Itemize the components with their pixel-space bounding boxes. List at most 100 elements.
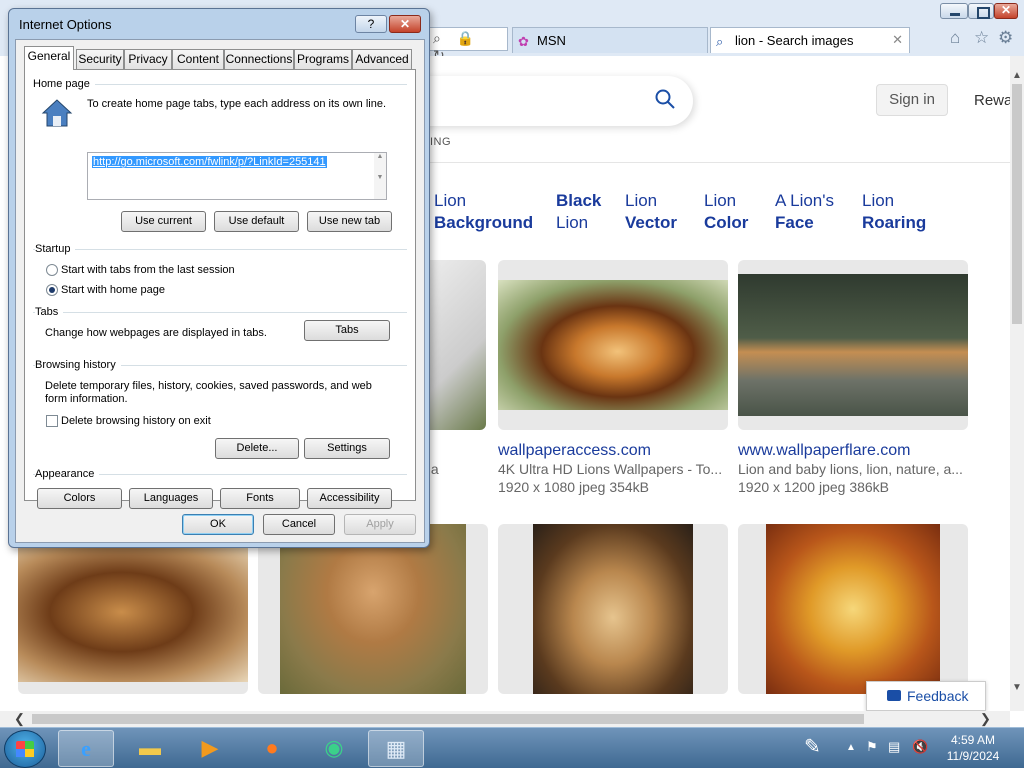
close-tab-icon[interactable]: ✕: [892, 32, 903, 48]
history-settings-button[interactable]: Settings: [304, 438, 390, 459]
search-icon: ⌕: [716, 34, 724, 49]
address-bar-controls[interactable]: ⌕ 🔒 ↻: [428, 27, 508, 63]
chat-icon: [887, 690, 901, 701]
scroll-left-icon[interactable]: ❮: [14, 711, 25, 727]
suggestion-black-lion[interactable]: Black Lion: [556, 190, 601, 234]
tab-connections[interactable]: Connections: [224, 49, 294, 69]
image-result-lion-1[interactable]: [498, 260, 728, 430]
search-box[interactable]: [420, 76, 693, 126]
taskbar-app-green[interactable]: ◉: [306, 730, 362, 767]
home-page-url-textarea[interactable]: http://go.microsoft.com/fwlink/p/?LinkId…: [87, 152, 387, 200]
feedback-button[interactable]: Feedback: [866, 681, 986, 711]
scroll-thumb[interactable]: [32, 714, 864, 724]
fonts-button[interactable]: Fonts: [220, 488, 300, 509]
image-result-lion-4[interactable]: [498, 524, 728, 694]
group-divider: [33, 249, 407, 250]
network-icon[interactable]: ▤: [888, 739, 900, 755]
show-hidden-icons-icon[interactable]: ▲: [846, 742, 856, 753]
taskbar-media-player[interactable]: ▶: [182, 730, 238, 767]
languages-button[interactable]: Languages: [129, 488, 213, 509]
suggestion-lion-color[interactable]: Lion Color: [704, 190, 748, 234]
home-icon[interactable]: ⌂: [950, 28, 960, 48]
favorites-star-icon[interactable]: ☆: [974, 28, 989, 48]
taskbar-file-explorer[interactable]: ▬: [122, 730, 178, 767]
delete-on-exit-checkbox[interactable]: [46, 415, 58, 427]
image-result-lion-5[interactable]: [738, 524, 968, 694]
result-site-link[interactable]: www.wallpaperflare.com: [738, 442, 911, 460]
delete-history-button[interactable]: Delete...: [215, 438, 299, 459]
colors-button[interactable]: Colors: [37, 488, 122, 509]
help-button[interactable]: ?: [355, 15, 387, 33]
close-dialog-button[interactable]: ✕: [389, 15, 421, 33]
sign-in-button[interactable]: Sign in: [876, 84, 948, 116]
ok-button[interactable]: OK: [182, 514, 254, 535]
use-new-tab-button[interactable]: Use new tab: [307, 211, 392, 232]
gear-icon[interactable]: ⚙: [998, 28, 1013, 48]
volume-muted-icon[interactable]: 🔇: [912, 739, 928, 755]
pen-tablet-icon[interactable]: ✎: [804, 734, 821, 759]
group-heading-browsing-history: Browsing history: [35, 359, 121, 371]
suggestion-a-lions-face[interactable]: A Lion's Face: [775, 190, 834, 234]
group-heading-appearance: Appearance: [35, 468, 100, 480]
tab-label: MSN: [537, 33, 566, 48]
tab-msn[interactable]: ✿ MSN: [512, 27, 708, 53]
radio-home-page[interactable]: [46, 284, 58, 296]
horizontal-scrollbar[interactable]: ❮ ❯: [0, 711, 1010, 727]
tab-security[interactable]: Security: [76, 49, 124, 69]
minimize-button[interactable]: [940, 3, 968, 19]
clock[interactable]: 4:59 AM 11/9/2024: [934, 732, 1012, 764]
app-icon: ◉: [324, 735, 344, 760]
msn-butterfly-icon: ✿: [518, 34, 529, 49]
image-result-lion-cub[interactable]: [258, 524, 488, 694]
search-icon[interactable]: [655, 89, 675, 109]
lion-photo: [533, 524, 693, 694]
suggestion-lion-roaring[interactable]: Lion Roaring: [862, 190, 926, 234]
accessibility-button[interactable]: Accessibility: [307, 488, 392, 509]
maximize-button[interactable]: [968, 3, 994, 19]
suggestion-lion-background[interactable]: Lion Background: [434, 190, 533, 234]
lion-photo: [498, 280, 728, 410]
cancel-button[interactable]: Cancel: [263, 514, 335, 535]
use-current-button[interactable]: Use current: [121, 211, 206, 232]
apply-button[interactable]: Apply: [344, 514, 416, 535]
tab-content[interactable]: Content: [172, 49, 224, 69]
close-window-button[interactable]: [994, 3, 1018, 19]
group-heading-tabs: Tabs: [35, 306, 64, 318]
clock-time: 4:59 AM: [950, 733, 996, 747]
history-description-line1: Delete temporary files, history, cookies…: [45, 380, 372, 392]
scroll-right-icon[interactable]: ❯: [980, 711, 991, 727]
suggestion-lion-vector[interactable]: Lion Vector: [625, 190, 677, 234]
result-site-link[interactable]: wallpaperaccess.com: [498, 442, 651, 460]
start-button[interactable]: [4, 730, 46, 768]
rewards-link[interactable]: Rewa: [974, 92, 1010, 109]
group-heading-startup: Startup: [35, 243, 76, 255]
tab-programs[interactable]: Programs: [294, 49, 352, 69]
image-result-lion-3[interactable]: [18, 524, 248, 694]
windows-logo-icon: [16, 741, 34, 757]
radio-last-session[interactable]: [46, 264, 58, 276]
scroll-down-icon[interactable]: ▼: [1012, 682, 1022, 693]
action-center-flag-icon[interactable]: ⚑: [866, 739, 878, 755]
result-meta: 1920 x 1080 jpeg 354kB: [498, 479, 650, 495]
clock-date: 11/9/2024: [946, 749, 1000, 763]
lion-photo: [18, 542, 248, 682]
tab-advanced[interactable]: Advanced: [352, 49, 412, 69]
scope-tab-partial[interactable]: ING: [430, 136, 451, 148]
scroll-thumb[interactable]: [1012, 84, 1022, 324]
taskbar-internet-explorer[interactable]: e: [58, 730, 114, 767]
tab-general[interactable]: General: [24, 46, 74, 70]
tabs-description: Change how webpages are displayed in tab…: [45, 327, 267, 339]
tab-privacy[interactable]: Privacy: [124, 49, 172, 69]
lion-photo: [738, 274, 968, 416]
scroll-up-icon[interactable]: ▲: [1012, 70, 1022, 81]
group-heading-home-page: Home page: [33, 78, 95, 90]
use-default-button[interactable]: Use default: [214, 211, 299, 232]
vertical-scrollbar[interactable]: ▲ ▼: [1010, 56, 1024, 711]
image-result-lion-cubs[interactable]: [738, 260, 968, 430]
tabs-settings-button[interactable]: Tabs: [304, 320, 390, 341]
media-player-icon: ▶: [201, 735, 219, 760]
tab-lion-search[interactable]: ⌕ lion - Search images ✕: [710, 27, 910, 53]
taskbar-firefox[interactable]: ●: [244, 730, 300, 767]
textarea-scrollbar[interactable]: ▲ ▼: [374, 153, 386, 199]
taskbar-control-panel[interactable]: ▦: [368, 730, 424, 767]
